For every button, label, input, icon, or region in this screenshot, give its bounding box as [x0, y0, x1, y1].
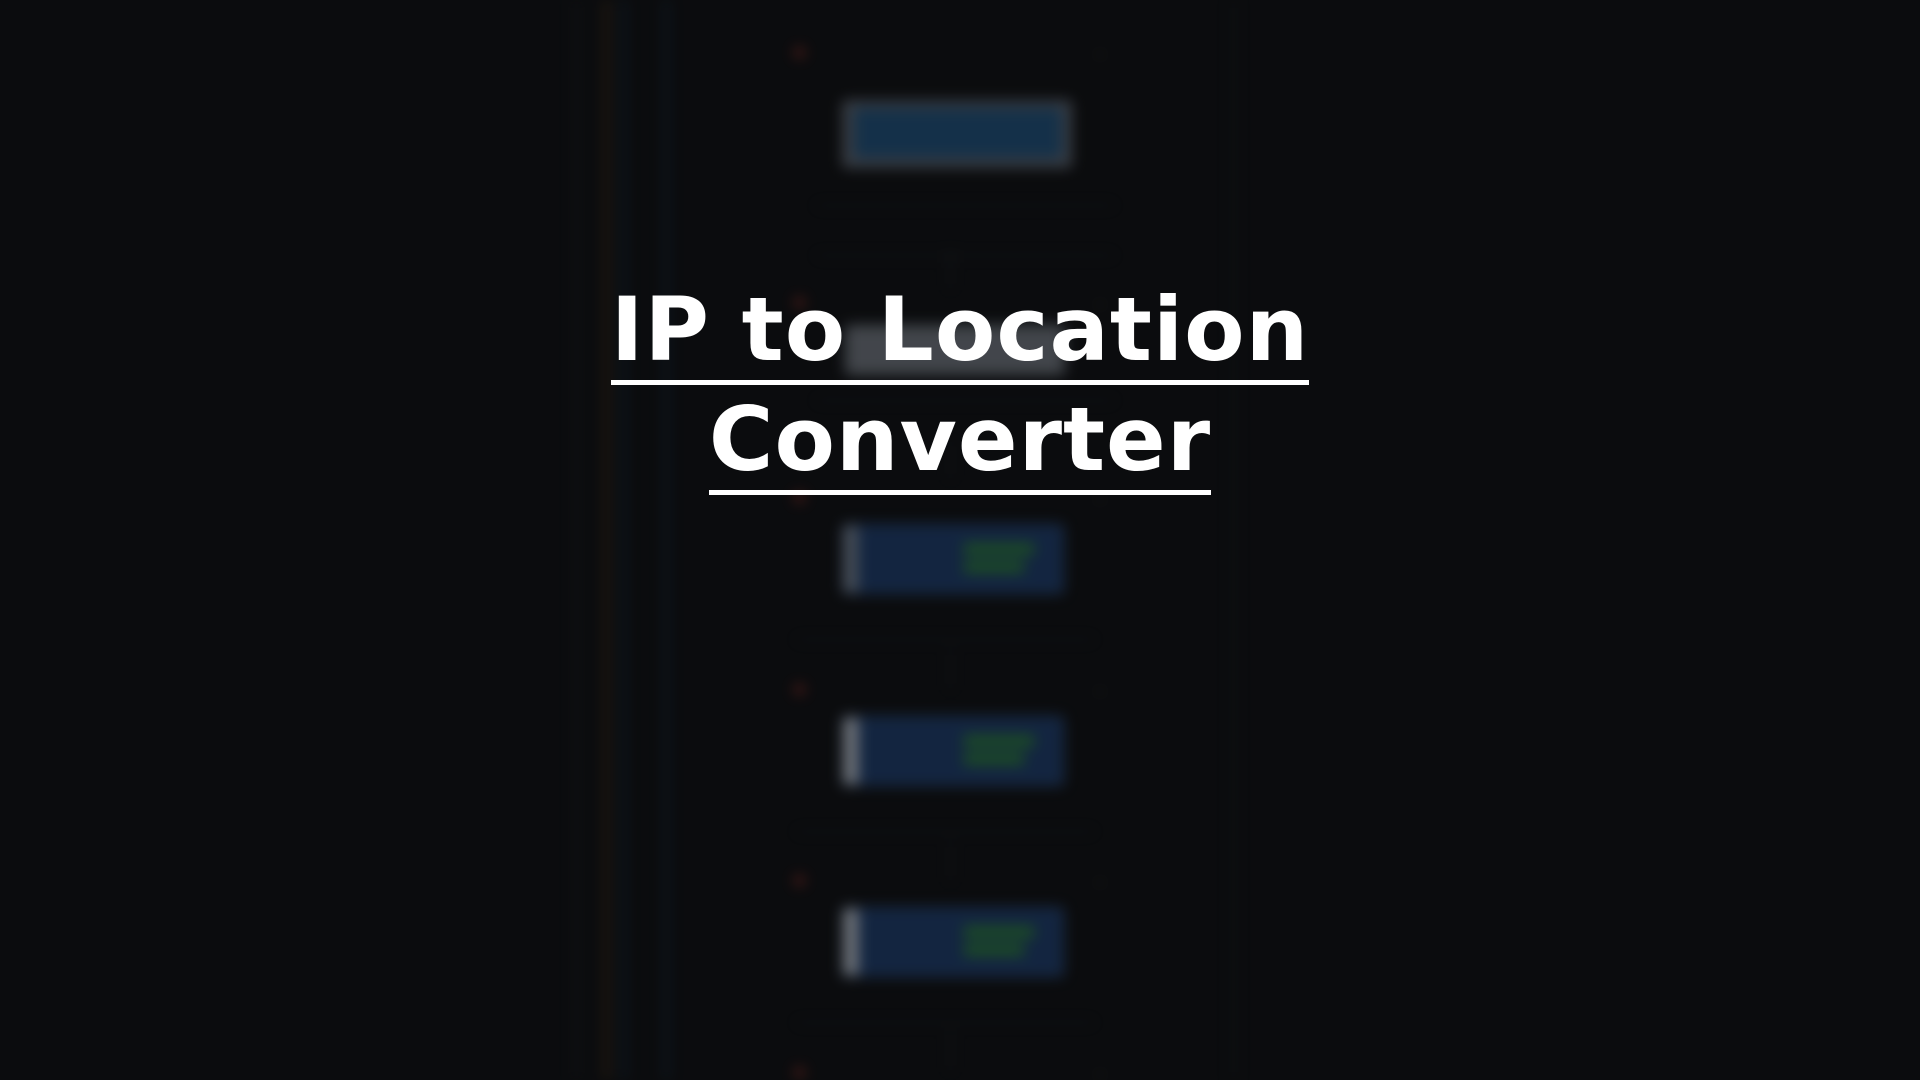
status-dot-icon [795, 1068, 804, 1078]
step-header[interactable]: ⌄ [795, 45, 1105, 67]
title-overlay: IP to Location Converter [0, 280, 1920, 500]
chevron-down-icon[interactable]: ⌄ [1095, 873, 1105, 887]
chevron-down-icon[interactable]: ⌄ [1095, 682, 1105, 696]
panel-divider-right [1232, 0, 1235, 1080]
blurred-background: ⌄ ⌄ ⌄ ⌄ ⌄ ⌄ [0, 0, 1920, 1080]
divider [815, 255, 1115, 256]
step-field[interactable] [795, 618, 1095, 640]
chevron-down-icon[interactable]: ⌄ [1095, 1065, 1105, 1079]
step-header[interactable]: ⌄ [795, 873, 1105, 895]
status-dot-icon [795, 48, 804, 58]
step-header[interactable]: ⌄ [795, 682, 1105, 704]
sidebar-divider-orange [605, 0, 608, 1080]
divider [815, 205, 1115, 206]
title-line-2: Converter [708, 390, 1212, 495]
step-field[interactable] [795, 1001, 1095, 1023]
workflow-column: ⌄ ⌄ ⌄ ⌄ ⌄ ⌄ [785, 20, 1115, 1080]
status-dot-icon [795, 685, 804, 695]
panel-divider [575, 0, 578, 1080]
step-preview [842, 716, 1064, 786]
step-preview [842, 907, 1064, 977]
step-header[interactable]: ⌄ [795, 1065, 1105, 1080]
status-dot-icon [795, 876, 804, 886]
sidebar-divider-blue-2 [665, 0, 668, 1080]
chevron-down-icon[interactable]: ⌄ [1095, 45, 1105, 59]
step-preview [842, 100, 1072, 168]
sidebar-divider-blue [622, 0, 625, 1080]
step-preview [842, 524, 1064, 594]
screen: ⌄ ⌄ ⌄ ⌄ ⌄ ⌄ IP to Location Converter [0, 0, 1920, 1080]
title-line-1: IP to Location [610, 280, 1310, 385]
step-field[interactable] [795, 810, 1095, 832]
